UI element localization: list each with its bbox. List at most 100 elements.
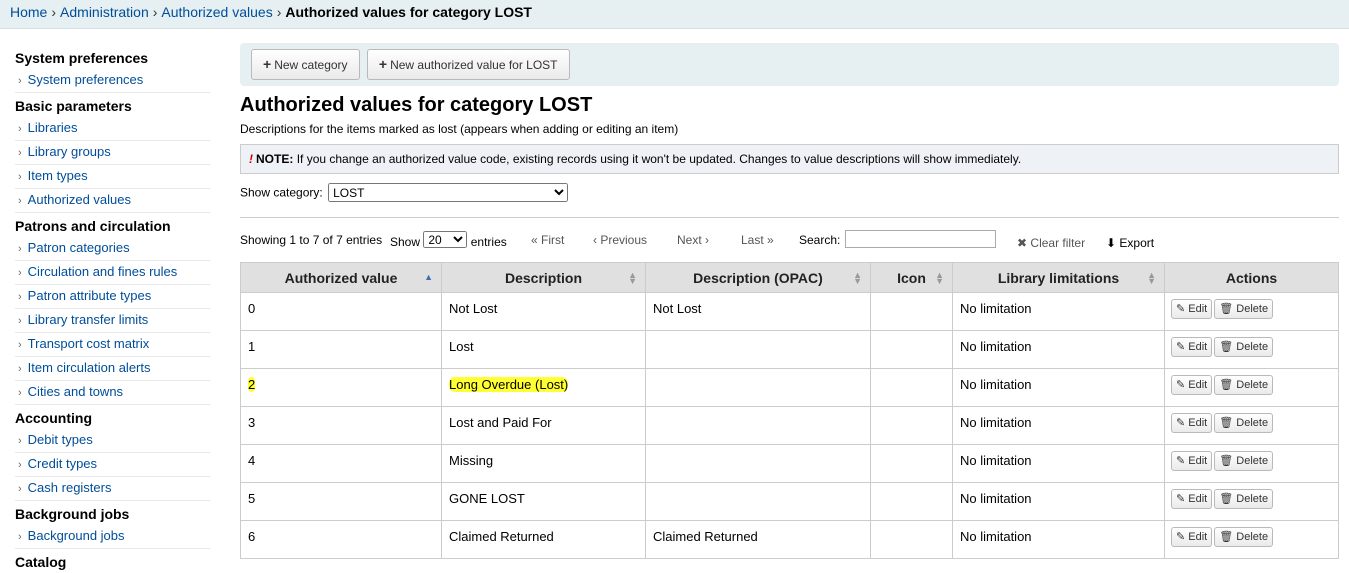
cell-description-opac — [645, 444, 871, 483]
sidebar-link[interactable]: Debit types — [28, 432, 93, 447]
cell-icon — [870, 292, 953, 331]
cell-actions: ✎ Edit 🗑 Delete — [1164, 520, 1339, 559]
cell-description: Lost — [441, 330, 646, 369]
chevron-right-icon: › — [276, 4, 282, 20]
edit-button[interactable]: ✎ Edit — [1171, 299, 1213, 319]
breadcrumb-administration[interactable]: Administration — [60, 4, 149, 20]
cell-icon — [870, 520, 953, 559]
delete-button[interactable]: 🗑 Delete — [1214, 375, 1274, 395]
sidebar-link[interactable]: System preferences — [28, 72, 144, 87]
cell-icon — [870, 482, 953, 521]
delete-button[interactable]: 🗑 Delete — [1214, 299, 1274, 319]
breadcrumb-home[interactable]: Home — [10, 4, 47, 20]
sidebar-heading: Patrons and circulation — [15, 218, 171, 234]
table-row: 4 Missing No limitation ✎ Edit 🗑 Delete — [240, 444, 1339, 483]
delete-button[interactable]: 🗑 Delete — [1214, 527, 1274, 547]
export-button[interactable]: ⬇ Export — [1106, 236, 1154, 250]
sidebar-heading: Accounting — [15, 410, 92, 426]
sidebar-link[interactable]: Library groups — [28, 144, 111, 159]
note-box: ! NOTE: If you change an authorized value… — [240, 144, 1339, 174]
page-length: Show 20 entries — [390, 231, 507, 250]
cell-description-opac — [645, 368, 871, 407]
chevron-right-icon: › — [18, 387, 22, 399]
sidebar-link[interactable]: Libraries — [28, 120, 78, 135]
sidebar-item: › Authorized values — [15, 189, 210, 213]
column-header-description[interactable]: Description ▲ ▼ — [441, 262, 646, 293]
edit-button[interactable]: ✎ Edit — [1171, 527, 1213, 547]
exclamation-icon: ! — [249, 152, 253, 166]
first-page-link[interactable]: « First — [531, 233, 564, 247]
sidebar-link[interactable]: Patron categories — [28, 240, 130, 255]
pencil-icon: ✎ — [1176, 303, 1186, 315]
sort-icon: ▲ ▼ — [1147, 270, 1156, 286]
sidebar-link[interactable]: Item circulation alerts — [28, 360, 151, 375]
trash-icon: 🗑 — [1219, 531, 1234, 543]
sidebar-item: › Patron attribute types — [15, 285, 210, 309]
sidebar-link[interactable]: Circulation and fines rules — [28, 264, 178, 279]
chevron-right-icon: › — [18, 339, 22, 351]
edit-button[interactable]: ✎ Edit — [1171, 337, 1213, 357]
cell-library-limitations: No limitation — [952, 292, 1165, 331]
cell-library-limitations: No limitation — [952, 482, 1165, 521]
sidebar-heading: Catalog — [15, 554, 67, 570]
category-select[interactable]: LOST — [328, 183, 569, 202]
edit-button[interactable]: ✎ Edit — [1171, 375, 1213, 395]
column-header-icon[interactable]: Icon ▲ ▼ — [870, 262, 953, 293]
chevron-right-icon: › — [18, 123, 22, 135]
chevron-right-icon: › — [152, 4, 158, 20]
sidebar-link[interactable]: Cities and towns — [28, 384, 123, 399]
pencil-icon: ✎ — [1176, 417, 1186, 429]
trash-icon: 🗑 — [1219, 379, 1234, 391]
page-length-select[interactable]: 20 — [423, 231, 468, 248]
delete-button[interactable]: 🗑 Delete — [1214, 337, 1274, 357]
cell-description: Missing — [441, 444, 646, 483]
column-header-description-opac[interactable]: Description (OPAC) ▲ ▼ — [645, 262, 871, 293]
breadcrumb-authorized-values[interactable]: Authorized values — [161, 4, 272, 20]
cell-actions: ✎ Edit 🗑 Delete — [1164, 330, 1339, 369]
edit-button[interactable]: ✎ Edit — [1171, 489, 1213, 509]
sidebar-link[interactable]: Background jobs — [28, 528, 125, 543]
cell-description: Long Overdue (Lost) — [441, 368, 646, 407]
cell-description: Not Lost — [441, 292, 646, 331]
table-info: Showing 1 to 7 of 7 entries — [240, 233, 383, 247]
chevron-right-icon: › — [18, 435, 22, 447]
cell-actions: ✎ Edit 🗑 Delete — [1164, 406, 1339, 445]
next-page-link[interactable]: Next › — [677, 233, 709, 247]
sidebar-link[interactable]: Item types — [28, 168, 88, 183]
sidebar-link[interactable]: Cash registers — [28, 480, 112, 495]
sidebar-link[interactable]: Authorized values — [28, 192, 131, 207]
note-text: If you change an authorized value code, … — [296, 152, 1022, 166]
sidebar-item: › Item circulation alerts — [15, 357, 210, 381]
plus-icon: + — [378, 56, 388, 72]
pencil-icon: ✎ — [1176, 341, 1186, 353]
authorized-values-table: Authorized value ▲ Description ▲ ▼ Descript… — [240, 262, 1339, 559]
sidebar-link[interactable]: Patron attribute types — [28, 288, 152, 303]
edit-button[interactable]: ✎ Edit — [1171, 413, 1213, 433]
cell-authorized-value: 4 — [240, 444, 442, 483]
sort-icon: ▲ ▼ — [853, 270, 862, 286]
clear-filter-button[interactable]: ✖ Clear filter — [1017, 236, 1085, 250]
column-header-authorized-value[interactable]: Authorized value ▲ — [240, 262, 442, 293]
previous-page-link[interactable]: ‹ Previous — [593, 233, 647, 247]
delete-button[interactable]: 🗑 Delete — [1214, 451, 1274, 471]
delete-button[interactable]: 🗑 Delete — [1214, 489, 1274, 509]
new-category-button[interactable]: + New category — [251, 49, 360, 80]
breadcrumb: Home › Administration › Authorized values › Au… — [0, 0, 1349, 29]
sidebar-item: › Debit types — [15, 429, 210, 453]
search-input[interactable] — [845, 230, 996, 248]
delete-button[interactable]: 🗑 Delete — [1214, 413, 1274, 433]
sidebar-link[interactable]: Library transfer limits — [28, 312, 149, 327]
sidebar-link[interactable]: Transport cost matrix — [28, 336, 150, 351]
cell-description-opac — [645, 406, 871, 445]
last-page-link[interactable]: Last » — [741, 233, 774, 247]
column-header-library-limitations[interactable]: Library limitations ▲ ▼ — [952, 262, 1165, 293]
sidebar-link[interactable]: Credit types — [28, 456, 97, 471]
show-category: Show category: LOST — [240, 183, 1339, 202]
new-authorized-value-button[interactable]: + New authorized value for LOST — [366, 49, 570, 80]
cell-icon — [870, 330, 953, 369]
edit-button[interactable]: ✎ Edit — [1171, 451, 1213, 471]
sidebar-item: › Library transfer limits — [15, 309, 210, 333]
chevron-right-icon: › — [18, 75, 22, 87]
sidebar-item: › Circulation and fines rules — [15, 261, 210, 285]
trash-icon: 🗑 — [1219, 455, 1234, 467]
